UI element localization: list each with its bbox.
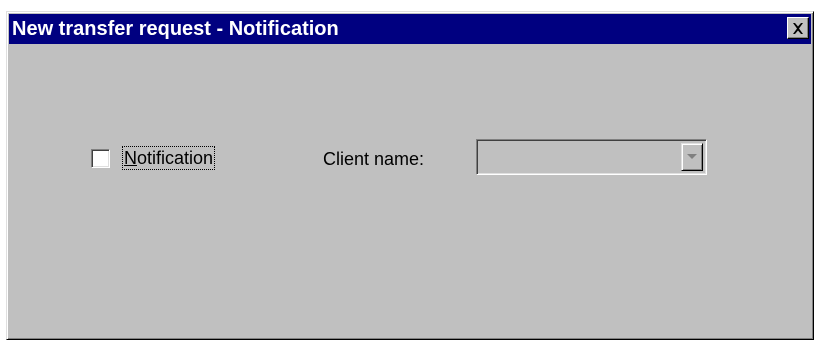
dialog-window: New transfer request - Notification Noti… (6, 11, 814, 340)
client-name-dropdown-button[interactable] (681, 143, 703, 171)
chevron-down-icon (687, 154, 697, 159)
window-title: New transfer request - Notification (12, 17, 339, 40)
close-icon (793, 22, 803, 34)
notification-label[interactable]: Notification (121, 146, 216, 170)
client-name-select[interactable] (476, 139, 707, 175)
close-button[interactable] (787, 17, 809, 39)
client-name-label: Client name: (323, 149, 425, 169)
notification-label-mnemonic: N (124, 148, 137, 168)
notification-checkbox-group[interactable]: Notification (91, 146, 216, 170)
title-bar[interactable]: New transfer request - Notification (9, 14, 811, 44)
notification-label-text: otification (137, 148, 214, 168)
notification-checkbox[interactable] (91, 148, 110, 168)
